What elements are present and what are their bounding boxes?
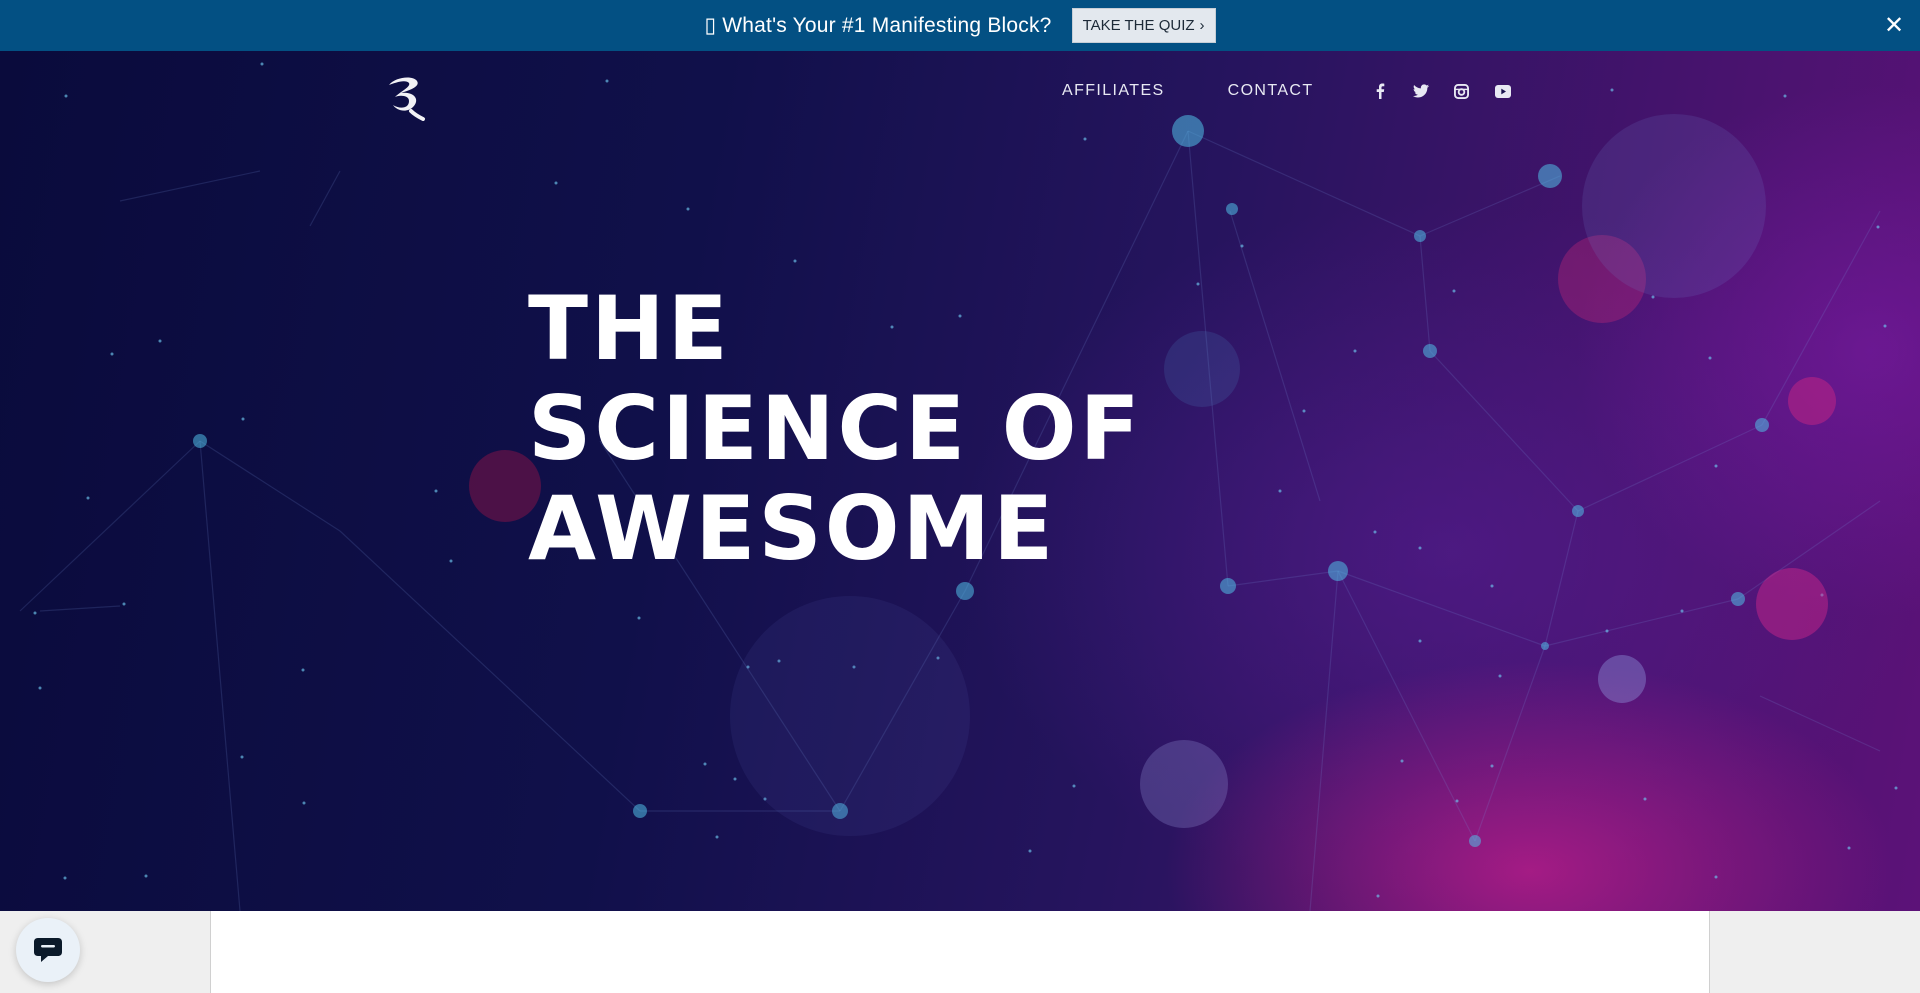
- twitter-icon[interactable]: [1411, 81, 1431, 101]
- take-quiz-label: TAKE THE QUIZ: [1082, 17, 1195, 34]
- promo-text: ▯ What's Your #1 Manifesting Block?: [704, 14, 1052, 37]
- promo-bar: ▯ What's Your #1 Manifesting Block? TAKE…: [0, 0, 1920, 51]
- headline-line-1: THE: [528, 277, 731, 380]
- instagram-icon[interactable]: [1452, 81, 1472, 101]
- chevron-right-icon: ›: [1199, 17, 1205, 34]
- chat-launcher-button[interactable]: [16, 918, 80, 982]
- chat-bubble-icon: [34, 938, 62, 962]
- hero-headline: THE SCIENCE OF AWESOME: [528, 279, 1143, 579]
- hero-section: AFFILIATES CONTACT THE SCIENCE OF AWESOM…: [0, 51, 1920, 911]
- social-links: [1370, 81, 1513, 101]
- take-quiz-button[interactable]: TAKE THE QUIZ ›: [1071, 8, 1216, 43]
- headline-line-2: SCIENCE OF: [528, 377, 1143, 480]
- close-icon[interactable]: ✕: [1882, 13, 1906, 37]
- logo-icon[interactable]: [383, 73, 427, 121]
- nav-contact[interactable]: CONTACT: [1228, 82, 1314, 100]
- headline-line-3: AWESOME: [528, 477, 1057, 580]
- nav-affiliates[interactable]: AFFILIATES: [1062, 82, 1165, 100]
- main-nav: AFFILIATES CONTACT: [1062, 81, 1513, 101]
- content-card: [210, 911, 1710, 993]
- facebook-icon[interactable]: [1370, 81, 1390, 101]
- youtube-icon[interactable]: [1493, 81, 1513, 101]
